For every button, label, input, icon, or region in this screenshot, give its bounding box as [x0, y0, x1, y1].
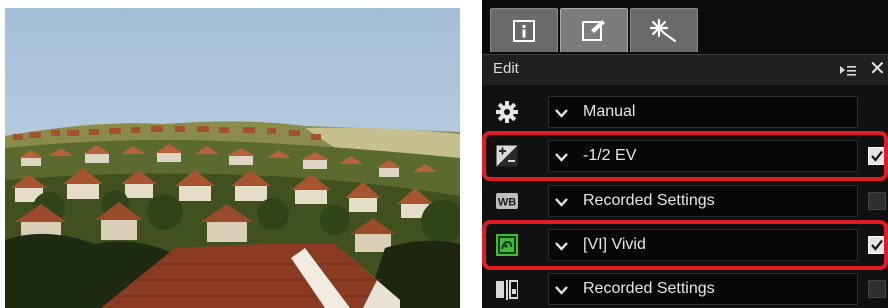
edit-panel: Edit ✕ Manual -1/2 EV WB Recorded Settin…	[482, 0, 888, 308]
edit-title: Edit	[493, 60, 519, 77]
exposure-checkbox[interactable]	[868, 147, 886, 165]
picture-settings-dropdown[interactable]: Recorded Settings	[548, 273, 858, 305]
tab-info[interactable]	[490, 8, 558, 52]
setting-row-picture-settings: Recorded Settings	[482, 267, 888, 308]
setting-row-mode: Manual	[482, 90, 888, 134]
picture-settings-checkbox[interactable]	[868, 280, 886, 298]
svg-text:WB: WB	[498, 197, 516, 209]
tab-edit[interactable]	[560, 8, 628, 52]
edit-header: Edit ✕	[482, 54, 888, 85]
mode-dropdown[interactable]: Manual	[548, 96, 858, 128]
picture-control-dropdown[interactable]: [VI] Vivid	[548, 229, 858, 261]
panel-tab-bar	[482, 0, 888, 54]
picture-settings-icon	[496, 280, 518, 300]
chevron-down-icon	[555, 286, 568, 295]
chevron-down-icon	[555, 198, 568, 207]
white-balance-value: Recorded Settings	[583, 192, 715, 209]
mode-value: Manual	[583, 103, 636, 120]
white-balance-icon: WB	[496, 193, 518, 209]
tab-effects[interactable]	[630, 8, 698, 52]
chevron-down-icon	[555, 153, 568, 162]
chevron-down-icon	[555, 242, 568, 251]
picture-settings-value: Recorded Settings	[583, 280, 715, 297]
setting-row-white-balance: WB Recorded Settings	[482, 179, 888, 223]
exposure-value: -1/2 EV	[583, 147, 637, 164]
setting-row-picture-control: [VI] Vivid	[482, 223, 888, 267]
exposure-dropdown[interactable]: -1/2 EV	[548, 140, 858, 172]
exposure-compensation-icon	[496, 145, 518, 167]
gear-icon	[496, 101, 518, 123]
checkmark-icon	[871, 150, 883, 162]
panel-menu-icon[interactable]	[840, 64, 856, 78]
edit-pencil-icon	[582, 19, 605, 41]
setting-row-exposure: -1/2 EV	[482, 134, 888, 178]
photo-preview	[5, 8, 460, 308]
chevron-down-icon	[555, 109, 568, 118]
checkmark-icon	[871, 239, 883, 251]
white-balance-dropdown[interactable]: Recorded Settings	[548, 185, 858, 217]
village-landscape-image	[5, 8, 460, 308]
white-balance-checkbox[interactable]	[868, 192, 886, 210]
picture-control-icon	[496, 234, 518, 256]
close-icon[interactable]: ✕	[869, 58, 886, 80]
magic-wand-icon	[650, 18, 677, 42]
info-icon	[513, 19, 535, 42]
picture-control-value: [VI] Vivid	[583, 236, 646, 253]
picture-control-checkbox[interactable]	[868, 236, 886, 254]
